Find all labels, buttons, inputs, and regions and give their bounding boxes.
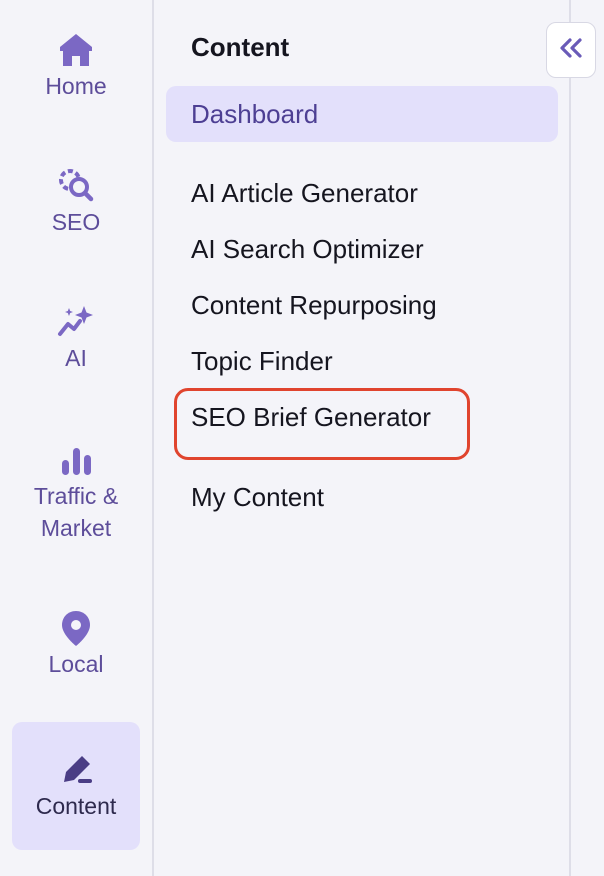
- rail-item-label: Home: [45, 73, 107, 99]
- icon-rail: Home SEO AI Traffic & Market Local Conte…: [0, 0, 152, 876]
- rail-item-label: Local: [48, 651, 104, 677]
- rail-item-label: Content: [35, 793, 117, 819]
- double-chevron-left-icon: [558, 37, 584, 64]
- rail-item-traffic-market[interactable]: Traffic & Market: [12, 440, 140, 564]
- menu-item-ai-search-optimizer[interactable]: AI Search Optimizer: [191, 234, 424, 265]
- pen-icon: [56, 750, 96, 790]
- rail-item-seo[interactable]: SEO: [12, 166, 140, 256]
- rail-item-home[interactable]: Home: [12, 30, 140, 120]
- rail-item-local[interactable]: Local: [12, 608, 140, 698]
- menu-item-content-repurposing[interactable]: Content Repurposing: [191, 290, 437, 321]
- content-menu-panel: Content Dashboard AI Article Generator A…: [154, 0, 570, 876]
- collapse-sidebar-button[interactable]: [546, 22, 596, 78]
- menu-item-dashboard[interactable]: Dashboard: [166, 86, 558, 142]
- menu-item-seo-brief-generator[interactable]: SEO Brief Generator: [191, 402, 431, 433]
- panel-divider: [569, 0, 571, 876]
- rail-item-label: SEO: [51, 209, 101, 235]
- rail-item-ai[interactable]: AI: [12, 302, 140, 392]
- rail-item-content[interactable]: Content: [12, 722, 140, 850]
- location-pin-icon: [56, 608, 96, 648]
- menu-item-ai-article-generator[interactable]: AI Article Generator: [191, 178, 418, 209]
- bar-chart-icon: [56, 440, 96, 480]
- menu-item-topic-finder[interactable]: Topic Finder: [191, 346, 333, 377]
- menu-item-my-content[interactable]: My Content: [191, 482, 324, 513]
- ai-sparkle-icon: [56, 302, 96, 342]
- rail-item-label: AI: [65, 345, 87, 371]
- app-window: Home SEO AI Traffic & Market Local Conte…: [0, 0, 604, 876]
- rail-item-label: Traffic & Market: [33, 483, 119, 541]
- seo-icon: [56, 166, 96, 206]
- panel-title: Content: [191, 32, 290, 62]
- home-icon: [56, 30, 96, 70]
